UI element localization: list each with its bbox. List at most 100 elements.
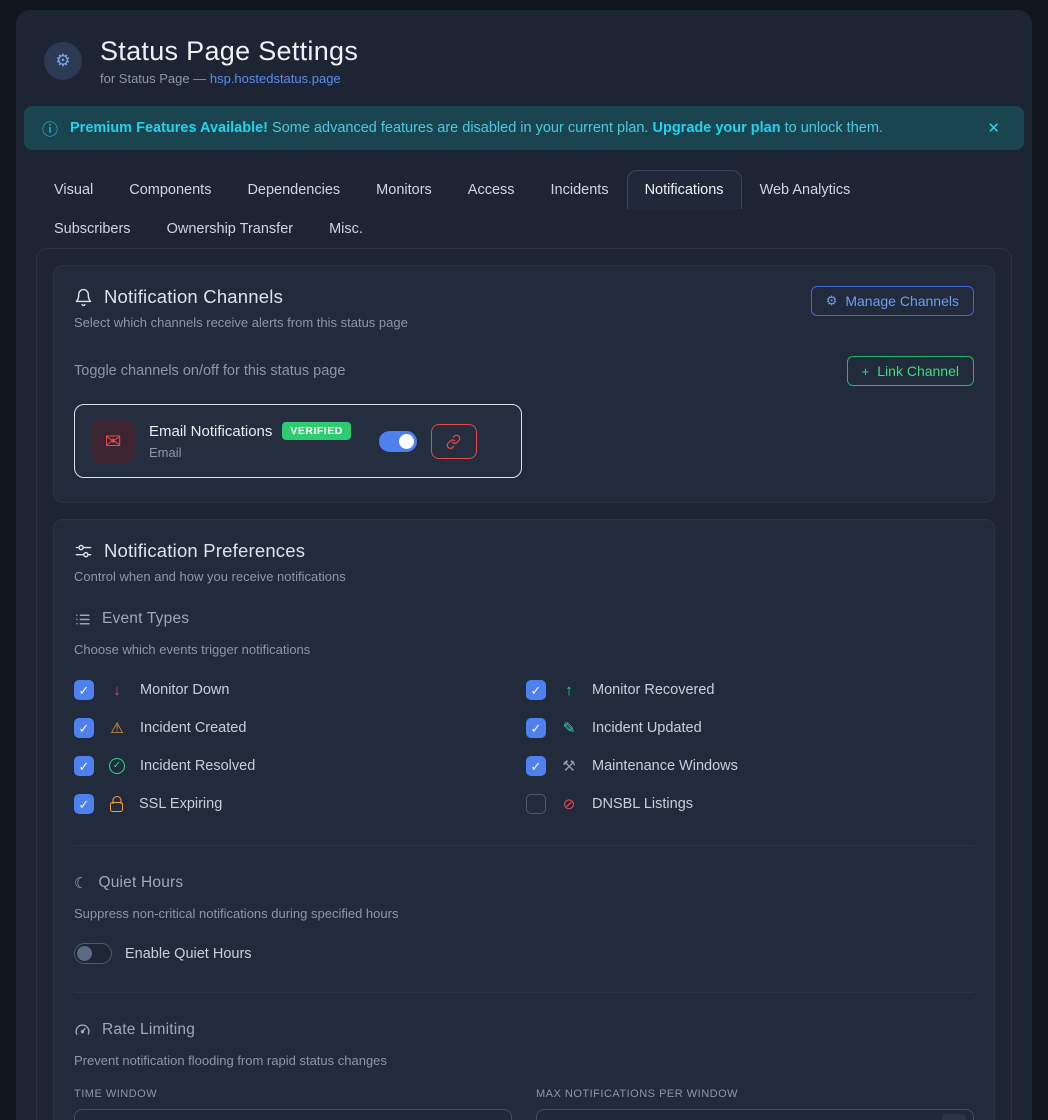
check-circle-icon: ✓ bbox=[109, 758, 125, 774]
event-incident-resolved: ✓ ✓ Incident Resolved bbox=[74, 753, 526, 779]
close-icon[interactable]: ✕ bbox=[983, 115, 1004, 141]
toggle-knob bbox=[77, 946, 92, 961]
banner-text: Premium Features Available! Some advance… bbox=[70, 120, 883, 136]
maintenance-windows-checkbox[interactable]: ✓ bbox=[526, 756, 546, 776]
unlink-channel-button[interactable] bbox=[431, 424, 477, 459]
email-channel-card: ✉ Email Notifications VERIFIED Email bbox=[74, 404, 522, 478]
gear-icon: ⚙ bbox=[55, 51, 70, 71]
page-title: Status Page Settings bbox=[100, 36, 358, 67]
incident-resolved-checkbox[interactable]: ✓ bbox=[74, 756, 94, 776]
quiet-hours-title: Quiet Hours bbox=[98, 874, 183, 892]
tab-components[interactable]: Components bbox=[111, 170, 229, 209]
event-label: DNSBL Listings bbox=[592, 796, 693, 812]
premium-banner: ⓘ Premium Features Available! Some advan… bbox=[24, 106, 1024, 150]
event-incident-created: ✓ ⚠ Incident Created bbox=[74, 715, 526, 741]
preferences-section-subtitle: Control when and how you receive notific… bbox=[74, 569, 974, 584]
tab-ownership-transfer[interactable]: Ownership Transfer bbox=[149, 209, 312, 248]
tab-subscribers[interactable]: Subscribers bbox=[36, 209, 149, 248]
event-label: SSL Expiring bbox=[139, 796, 222, 812]
tab-web-analytics[interactable]: Web Analytics bbox=[742, 170, 869, 209]
preferences-section-title: Notification Preferences bbox=[104, 540, 305, 562]
settings-tabs: Visual Components Dependencies Monitors … bbox=[16, 170, 916, 248]
upgrade-plan-link[interactable]: Upgrade your plan bbox=[652, 120, 780, 136]
link-channel-label: Link Channel bbox=[877, 363, 959, 379]
pencil-icon: ✎ bbox=[559, 719, 579, 737]
page-subtitle: for Status Page — hsp.hostedstatus.page bbox=[100, 71, 358, 86]
monitor-down-checkbox[interactable]: ✓ bbox=[74, 680, 94, 700]
channel-name: Email Notifications bbox=[149, 423, 272, 440]
check-icon: ✓ bbox=[531, 722, 542, 735]
tab-misc[interactable]: Misc. bbox=[311, 209, 381, 248]
event-label: Incident Created bbox=[140, 720, 246, 736]
event-label: Incident Updated bbox=[592, 720, 702, 736]
check-icon: ✓ bbox=[79, 760, 90, 773]
monitor-recovered-checkbox[interactable]: ✓ bbox=[526, 680, 546, 700]
check-icon: ✓ bbox=[79, 722, 90, 735]
event-label: Monitor Recovered bbox=[592, 682, 715, 698]
notifications-tab-content: Notification Channels Select which chann… bbox=[36, 248, 1012, 1120]
manage-channels-button[interactable]: ⚙ Manage Channels bbox=[811, 286, 974, 316]
quiet-hours-toggle-label: Enable Quiet Hours bbox=[125, 946, 252, 962]
event-monitor-recovered: ✓ ↑ Monitor Recovered bbox=[526, 677, 978, 703]
incident-created-checkbox[interactable]: ✓ bbox=[74, 718, 94, 738]
envelope-icon: ✉ bbox=[105, 429, 122, 454]
banner-middle: Some advanced features are disabled in y… bbox=[268, 120, 652, 136]
max-notifications-field bbox=[536, 1109, 974, 1120]
rate-limiting-form: Time Window 15 minutes Max Notifications… bbox=[74, 1088, 974, 1120]
tab-access[interactable]: Access bbox=[450, 170, 533, 209]
tab-visual[interactable]: Visual bbox=[36, 170, 111, 209]
event-monitor-down: ✓ ↓ Monitor Down bbox=[74, 677, 526, 703]
email-channel-tile: ✉ bbox=[91, 419, 135, 463]
quiet-hours-subtitle: Suppress non-critical notifications duri… bbox=[74, 906, 974, 921]
subtitle-prefix: for Status Page — bbox=[100, 71, 210, 86]
time-window-label: Time Window bbox=[74, 1088, 512, 1100]
toggle-channels-hint: Toggle channels on/off for this status p… bbox=[74, 363, 345, 379]
lock-icon bbox=[110, 802, 123, 812]
event-maintenance-windows: ✓ ⚒ Maintenance Windows bbox=[526, 753, 978, 779]
dnsbl-listings-checkbox[interactable]: ✓ bbox=[526, 794, 546, 814]
check-icon: ✓ bbox=[79, 684, 90, 697]
settings-panel: ⚙ Status Page Settings for Status Page —… bbox=[16, 10, 1032, 1120]
tab-monitors[interactable]: Monitors bbox=[358, 170, 450, 209]
gauge-icon bbox=[74, 1022, 91, 1039]
event-incident-updated: ✓ ✎ Incident Updated bbox=[526, 715, 978, 741]
arrow-down-icon: ↓ bbox=[107, 682, 127, 699]
check-icon: ✓ bbox=[531, 684, 542, 697]
notification-preferences-section: Notification Preferences Control when an… bbox=[53, 519, 995, 1120]
page-header: ⚙ Status Page Settings for Status Page —… bbox=[16, 10, 1032, 96]
list-icon bbox=[74, 611, 91, 628]
link-icon bbox=[446, 434, 461, 449]
max-notifications-label: Max Notifications Per Window bbox=[536, 1088, 974, 1100]
tab-incidents[interactable]: Incidents bbox=[533, 170, 627, 209]
ssl-expiring-checkbox[interactable]: ✓ bbox=[74, 794, 94, 814]
channel-type: Email bbox=[149, 445, 351, 460]
bell-icon bbox=[74, 288, 93, 307]
event-types-grid: ✓ ↓ Monitor Down ✓ ↑ Monitor Recovered ✓… bbox=[74, 677, 978, 817]
sliders-icon bbox=[74, 542, 93, 561]
channel-enabled-toggle[interactable] bbox=[379, 431, 417, 452]
number-stepper[interactable] bbox=[942, 1114, 966, 1120]
divider bbox=[74, 992, 974, 993]
plus-icon: + bbox=[862, 364, 870, 379]
event-label: Monitor Down bbox=[140, 682, 229, 698]
notification-channels-section: Notification Channels Select which chann… bbox=[53, 265, 995, 503]
quiet-hours-toggle[interactable] bbox=[74, 943, 112, 964]
event-types-subtitle: Choose which events trigger notification… bbox=[74, 642, 974, 657]
event-types-heading: Event Types bbox=[74, 610, 974, 628]
moon-icon: ☾ bbox=[74, 874, 87, 892]
status-page-link[interactable]: hsp.hostedstatus.page bbox=[210, 71, 341, 86]
tab-notifications[interactable]: Notifications bbox=[627, 170, 742, 209]
time-window-select[interactable]: 15 minutes bbox=[74, 1109, 512, 1120]
warning-icon: ⚠ bbox=[107, 719, 127, 737]
divider bbox=[74, 845, 974, 846]
event-label: Incident Resolved bbox=[140, 758, 255, 774]
event-dnsbl-listings: ✓ ⊘ DNSBL Listings bbox=[526, 791, 978, 817]
event-ssl-expiring: ✓ SSL Expiring bbox=[74, 791, 526, 817]
verified-badge: VERIFIED bbox=[282, 422, 350, 440]
link-channel-button[interactable]: + Link Channel bbox=[847, 356, 974, 386]
event-types-title: Event Types bbox=[102, 610, 189, 628]
tab-dependencies[interactable]: Dependencies bbox=[229, 170, 358, 209]
manage-channels-label: Manage Channels bbox=[845, 293, 959, 309]
banner-suffix: to unlock them. bbox=[781, 120, 883, 136]
incident-updated-checkbox[interactable]: ✓ bbox=[526, 718, 546, 738]
